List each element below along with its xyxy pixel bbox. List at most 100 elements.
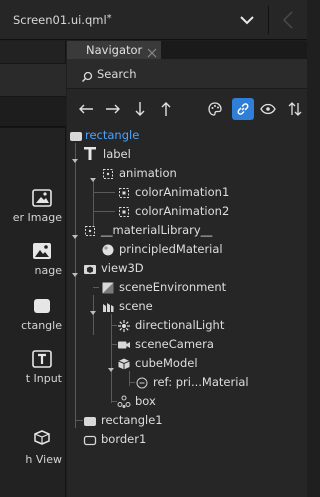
tree-item-view3d[interactable]: view3D [67,259,307,278]
chevron-down-icon[interactable] [71,226,79,239]
tree-item-label: sceneEnvironment [119,280,227,294]
chevron-down-icon[interactable] [107,359,115,372]
image-icon [32,242,52,260]
border-image-icon [32,189,52,207]
library-item-image[interactable]: nage [0,242,66,282]
tree-item-label-node[interactable]: label [67,145,307,164]
library-item-label: ctangle [21,319,62,332]
tree-item-label: cubeModel [135,356,198,370]
document-toolbar: Screen01.ui.qml* [0,0,307,40]
tree-item-animation[interactable]: animation [67,164,307,183]
tree-item-label: animation [119,166,177,180]
tree-item-label: sceneCamera [135,337,214,351]
library-item-label: er Image [12,211,62,224]
library-divider [0,127,66,128]
tree-item-rectangle1[interactable]: rectangle1 [67,411,307,430]
tree-item-label: ref: pri...Material [153,375,249,389]
tree-item-scene-camera[interactable]: sceneCamera [67,335,307,354]
node-icon [117,394,131,408]
animation-icon [101,166,115,180]
view3d-icon [83,261,97,275]
library-item-rectangle[interactable]: ctangle [0,297,66,337]
tree-item-border1[interactable]: border1 [67,430,307,449]
palette-icon[interactable] [204,98,226,120]
tree-item-rectangle[interactable]: rectangle [67,126,307,145]
arrow-right-icon[interactable] [102,98,124,120]
library-item-text-input[interactable]: t Input [0,350,66,390]
light-icon [117,318,131,332]
library-item-label: h View [25,453,62,466]
tree-item-coloranimation1[interactable]: colorAnimation1 [67,183,307,202]
search-input[interactable] [97,65,297,83]
tab-label: Navigator [86,43,143,57]
tree-line [75,420,83,421]
tree-item-principled-material[interactable]: principledMaterial [67,240,307,259]
tree-line [93,192,115,193]
arrow-up-icon[interactable] [155,98,177,120]
tree-item-material-library[interactable]: __materialLibrary__ [67,221,307,240]
chevron-left-icon[interactable] [281,9,295,31]
search-icon [81,68,93,82]
material-library-icon [83,223,97,237]
reference-icon [135,375,149,389]
border-icon [83,432,97,446]
tab-navigator[interactable]: Navigator [67,41,161,59]
chevron-down-icon[interactable] [89,169,97,182]
chevron-down-icon[interactable] [236,10,258,30]
tree-item-label: colorAnimation1 [135,185,230,199]
arrow-down-icon[interactable] [129,98,151,120]
tree-item-directional-light[interactable]: directionalLight [67,316,307,335]
components-library-panel: er Image nage ctangle t Input h View [0,41,66,497]
filename-text: Screen01.ui.qml [13,13,107,27]
rectangle-icon [32,297,52,315]
chevron-down-icon[interactable] [71,264,79,277]
tree-item-label: rectangle1 [101,413,163,427]
view3d-icon [32,428,52,446]
tree-item-scene[interactable]: scene [67,297,307,316]
tree-item-scene-environment[interactable]: sceneEnvironment [67,278,307,297]
chevron-down-icon[interactable] [89,302,97,315]
scene-icon [101,299,115,313]
material-icon [101,242,115,256]
navigator-tree: rectangle label animation colorAnimation… [67,126,307,497]
close-icon[interactable] [147,45,157,58]
library-item-label: t Input [25,372,62,385]
color-animation-icon [117,204,131,218]
tree-item-box[interactable]: box [67,392,307,411]
arrow-left-icon[interactable] [75,98,97,120]
rectangle-icon [69,128,83,142]
navigator-search-bar [67,59,307,89]
library-search-strip[interactable] [0,97,66,127]
app-window: Screen01.ui.qml* er Image nage ctangle t… [0,0,307,497]
document-filename[interactable]: Screen01.ui.qml* [13,13,112,27]
eye-icon[interactable] [257,98,279,120]
tree-item-label: scene [119,299,153,313]
model-icon [117,356,131,370]
scene-environment-icon [101,280,115,294]
library-header-strip [0,63,66,97]
navigator-toolbar [67,90,307,126]
library-item-view3d[interactable]: h View [0,428,66,468]
rectangle-icon [83,413,97,427]
link-icon[interactable] [232,98,254,120]
tree-item-label: box [135,394,156,408]
camera-icon [117,337,131,351]
navigator-panel: rectangle label animatio [67,59,307,497]
color-animation-icon [117,185,131,199]
tree-item-label: label [103,147,131,161]
modified-marker: * [106,13,112,24]
tree-item-material-reference[interactable]: ref: pri...Material [67,373,307,392]
tree-item-coloranimation2[interactable]: colorAnimation2 [67,202,307,221]
library-item-border-image[interactable]: er Image [0,189,66,229]
chevron-down-icon[interactable] [71,150,79,163]
toolbar-divider [268,6,269,34]
sort-icon[interactable] [284,98,306,120]
tree-item-label: directionalLight [135,318,225,332]
tree-item-label: border1 [101,432,147,446]
tree-item-label: principledMaterial [119,242,223,256]
tree-item-cube-model[interactable]: cubeModel [67,354,307,373]
tree-item-label: __materialLibrary__ [101,223,213,237]
tree-line [93,211,115,212]
navigator-tabbar: Navigator [67,41,307,59]
text-icon [83,145,97,160]
